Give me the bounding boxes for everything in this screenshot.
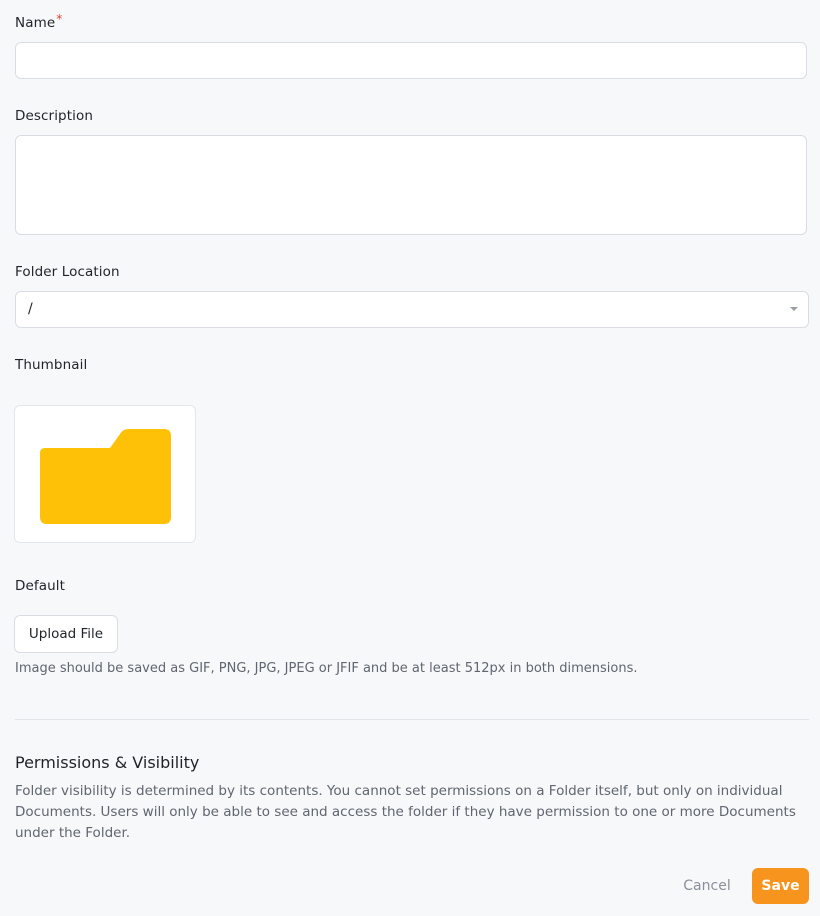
description-textarea[interactable] [15,135,807,235]
description-label: Description [15,108,93,124]
section-divider [15,719,809,720]
folder-location-label: Folder Location [15,264,120,280]
cancel-button[interactable]: Cancel [672,868,742,904]
folder-location-select[interactable]: / [15,291,809,328]
permissions-description: Folder visibility is determined by its c… [15,783,796,841]
folder-icon [40,429,171,524]
folder-form: Name* Description Folder Location / Thum… [0,0,820,916]
upload-file-button[interactable]: Upload File [14,615,118,653]
upload-hint: Image should be saved as GIF, PNG, JPG, … [15,661,638,676]
name-label: Name* [15,12,63,31]
thumbnail-preview [14,405,196,543]
name-input[interactable] [15,42,807,79]
permissions-title: Permissions & Visibility [15,753,200,772]
chevron-down-icon [790,307,798,311]
default-label: Default [15,578,66,594]
thumbnail-label: Thumbnail [15,357,88,373]
save-button[interactable]: Save [752,868,809,904]
folder-location-value: / [28,301,33,317]
name-label-text: Name [15,15,56,31]
required-asterisk: * [56,12,63,26]
